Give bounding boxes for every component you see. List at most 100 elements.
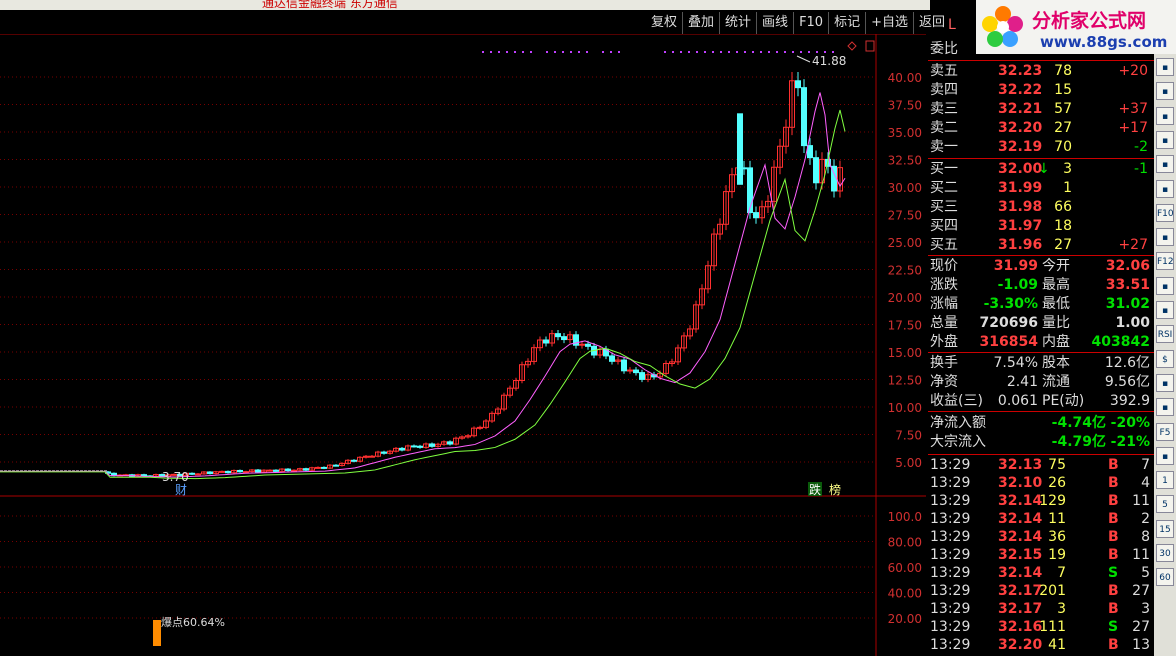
signal-dot — [784, 51, 786, 53]
sell-level-row[interactable]: 卖四 32.22 15 — [928, 81, 1154, 100]
buy-level-row[interactable]: 买一 32.00 ↓ 3 -1 — [928, 160, 1154, 179]
f10-button[interactable]: F10 — [793, 12, 828, 34]
sell-volume: 15 — [1054, 82, 1072, 98]
fund-flow-row[interactable]: 大宗流入 -4.79亿 -21% — [928, 433, 1154, 452]
diamond-icon — [847, 41, 857, 51]
panel-header[interactable]: L — [928, 16, 1154, 35]
buy-level-row[interactable]: 买四 31.97 18 — [928, 217, 1154, 236]
quote-stat-row[interactable]: 涨跌 -1.09 最高 33.51 — [928, 276, 1154, 295]
quote-stat-row[interactable]: 总量 720696 量比 1.00 — [928, 314, 1154, 333]
signal-dot — [792, 51, 794, 53]
sell-level-row[interactable]: 卖五 32.23 78 +20 — [928, 62, 1154, 81]
tick-count: 27 — [1132, 583, 1150, 599]
fund-flow-row[interactable]: 净流入额 -4.74亿 -20% — [928, 414, 1154, 433]
mark-button[interactable]: 标记 — [828, 12, 865, 34]
fuquan-button[interactable]: 复权 — [646, 12, 682, 34]
buy-price: 31.98 — [998, 199, 1043, 215]
line-chart-icon[interactable]: ▪ — [1156, 130, 1174, 149]
buy-change: -1 — [1134, 161, 1148, 177]
tick-time: 13:29 — [930, 511, 971, 527]
sell-level-row[interactable]: 卖二 32.20 27 +17 — [928, 119, 1154, 138]
ring-icon[interactable]: ▪ — [1156, 301, 1174, 319]
stat-label: 现价 — [930, 258, 958, 274]
sell-level-row[interactable]: 卖一 32.19 70 -2 — [928, 138, 1154, 157]
overlay-button[interactable]: 叠加 — [682, 12, 719, 34]
f10-icon[interactable]: F10 — [1156, 203, 1174, 222]
tick-row[interactable]: 13:29 32.14 11 B 2 — [928, 510, 1154, 529]
ma-line-short — [0, 92, 846, 478]
tick-volume: 201 — [1039, 583, 1066, 599]
fundamental-row[interactable]: 收益(三) 0.061 PE(动) 392.9 — [928, 392, 1154, 411]
kline-chart[interactable]: 40.00 37.50 35.00 32.50 30.00 27.50 25.00 22.50… — [0, 34, 926, 656]
sell-level-row[interactable]: 卖三 32.21 57 +37 — [928, 100, 1154, 119]
tick-row[interactable]: 13:29 32.10 26 B 4 — [928, 474, 1154, 493]
signal-dot — [808, 51, 810, 53]
tick-count: 13 — [1132, 637, 1150, 653]
tick-row[interactable]: 13:29 32.16 111 S 27 — [928, 618, 1154, 637]
bar-chart-icon[interactable]: ▪ — [1156, 155, 1174, 174]
pen-icon[interactable]: ▪ — [1156, 398, 1174, 417]
maximize-icon — [865, 40, 875, 52]
copy-icon[interactable]: ▪ — [1156, 446, 1174, 465]
rsi-icon[interactable]: RSI — [1156, 325, 1174, 344]
tick-row[interactable]: 13:29 32.15 19 B 11 — [928, 546, 1154, 565]
tick-row[interactable]: 13:29 32.17 3 B 3 — [928, 600, 1154, 619]
add-watchlist-button[interactable]: +自选 — [865, 12, 913, 34]
move-icon[interactable]: ▪ — [1156, 373, 1174, 392]
quote-stat-row[interactable]: 涨幅 -3.30% 最低 31.02 — [928, 295, 1154, 314]
15-icon[interactable]: 15 — [1156, 519, 1174, 538]
draw-line-button[interactable]: 画线 — [756, 12, 793, 34]
fundamental-row[interactable]: 换手 7.54% 股本 12.6亿 — [928, 354, 1154, 373]
table-icon[interactable]: ▪ — [1156, 276, 1174, 295]
buy-price: 31.96 — [998, 237, 1043, 253]
buy-level-row[interactable]: 买三 31.98 66 — [928, 198, 1154, 217]
sell-label: 卖一 — [930, 139, 958, 155]
quote-stat-row[interactable]: 外盘 316854 内盘 403842 — [928, 333, 1154, 352]
stat-value: 32.06 — [1105, 258, 1150, 274]
30-icon[interactable]: 30 — [1156, 544, 1174, 562]
grid-icon[interactable]: ▪ — [1156, 106, 1174, 125]
tick-row[interactable]: 13:29 32.14 129 B 11 — [928, 492, 1154, 511]
fundamental-row[interactable]: 净资 2.41 流通 9.56亿 — [928, 373, 1154, 392]
stat-value: 31.02 — [1105, 296, 1150, 312]
fund-label: 换手 — [930, 355, 958, 371]
sell-change: +17 — [1118, 120, 1148, 136]
f12-icon[interactable]: F12 — [1156, 252, 1174, 271]
buy-level-row[interactable]: 买五 31.96 27 +27 — [928, 236, 1154, 255]
tick-price: 32.14 — [998, 493, 1043, 509]
tick-side: B — [1108, 601, 1119, 617]
5-icon[interactable]: 5 — [1156, 495, 1174, 514]
page-icon[interactable]: ▪ — [1156, 82, 1174, 101]
quote-stat-row[interactable]: 现价 31.99 今开 32.06 — [928, 257, 1154, 276]
dollar-icon[interactable]: $ — [1156, 349, 1174, 368]
sell-label: 卖四 — [930, 82, 958, 98]
tick-volume: 19 — [1048, 547, 1066, 563]
list-icon[interactable]: ▪ — [1156, 179, 1174, 198]
fund-value: 2.41 — [1006, 374, 1038, 390]
f5-icon[interactable]: F5 — [1156, 422, 1174, 441]
statistics-button[interactable]: 统计 — [719, 12, 756, 34]
signal-dot — [618, 51, 620, 53]
die-badge: 跌 — [809, 482, 821, 497]
60-icon[interactable]: 60 — [1156, 568, 1174, 587]
tick-row[interactable]: 13:29 32.14 36 B 8 — [928, 528, 1154, 547]
chart-1-icon[interactable]: 1 — [1156, 471, 1174, 490]
download-icon[interactable]: ▪ — [1156, 58, 1174, 76]
weibi-row[interactable]: 委比 — [928, 40, 1154, 59]
indicator-label: 爆点60.64% — [161, 615, 225, 629]
signal-dot — [736, 51, 738, 53]
tick-row[interactable]: 13:29 32.20 41 B 13 — [928, 636, 1154, 655]
stat-value: 1.00 — [1115, 315, 1150, 331]
book-icon[interactable]: ▪ — [1156, 228, 1174, 247]
tick-row[interactable]: 13:29 32.17 201 B 27 — [928, 582, 1154, 601]
price-axis-label: 10.00 — [888, 401, 922, 415]
candle — [429, 443, 435, 447]
tick-volume: 26 — [1048, 475, 1066, 491]
divider — [928, 411, 1154, 412]
signal-dot — [482, 51, 484, 53]
buy-level-row[interactable]: 买二 31.99 1 — [928, 179, 1154, 198]
tick-row[interactable]: 13:29 32.13 75 B 7 — [928, 456, 1154, 475]
candle — [753, 212, 759, 219]
tick-row[interactable]: 13:29 32.14 7 S 5 — [928, 564, 1154, 583]
signal-dot — [514, 51, 516, 53]
